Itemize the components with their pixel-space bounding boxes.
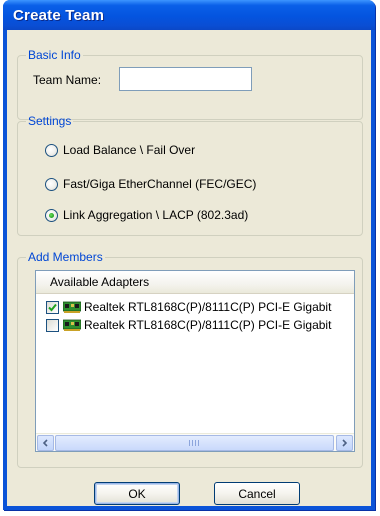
team-name-input[interactable]: [119, 67, 252, 91]
radio-fec-gec[interactable]: Fast/Giga EtherChannel (FEC/GEC): [45, 176, 256, 192]
radio-button[interactable]: [45, 177, 58, 191]
title-bar[interactable]: Create Team: [3, 0, 375, 30]
horizontal-scrollbar[interactable]: [36, 433, 354, 451]
team-name-label: Team Name:: [33, 73, 102, 87]
scrollbar-thumb[interactable]: [55, 435, 334, 451]
adapter-label: Realtek RTL8168C(P)/8111C(P) PCI-E Gigab…: [84, 318, 332, 332]
radio-label: Fast/Giga EtherChannel (FEC/GEC): [63, 177, 257, 191]
cancel-button[interactable]: Cancel: [214, 482, 300, 505]
network-adapter-icon: [63, 301, 81, 313]
create-team-dialog: Create Team Basic Info Team Name: Settin…: [3, 0, 375, 510]
list-column-header[interactable]: Available Adapters: [36, 271, 354, 294]
basic-info-legend: Basic Info: [28, 48, 81, 62]
adapter-checkbox-checked[interactable]: [46, 300, 59, 314]
scroll-left-button[interactable]: [37, 435, 54, 451]
radio-label: Load Balance \ Fail Over: [63, 143, 196, 157]
radio-lacp[interactable]: Link Aggregation \ LACP (802.3ad): [45, 207, 248, 223]
network-adapter-icon: [63, 319, 81, 331]
radio-button-selected[interactable]: [45, 208, 58, 222]
adapter-checkbox[interactable]: [46, 318, 59, 332]
adapter-label: Realtek RTL8168C(P)/8111C(P) PCI-E Gigab…: [84, 300, 332, 314]
adapter-row[interactable]: Realtek RTL8168C(P)/8111C(P) PCI-E Gigab…: [46, 316, 331, 334]
add-members-legend: Add Members: [28, 250, 103, 264]
radio-label: Link Aggregation \ LACP (802.3ad): [63, 208, 249, 222]
scroll-right-button[interactable]: [336, 435, 353, 451]
adapter-row[interactable]: Realtek RTL8168C(P)/8111C(P) PCI-E Gigab…: [46, 298, 331, 316]
radio-button[interactable]: [45, 143, 58, 157]
settings-legend: Settings: [28, 114, 72, 128]
grip-icon: [189, 440, 201, 446]
available-adapters-list[interactable]: Available Adapters Realtek RTL8168C(P)/8…: [35, 270, 355, 452]
dialog-body: Basic Info Team Name: Settings Load Bala…: [7, 30, 371, 506]
chevron-right-icon: [342, 439, 348, 447]
column-header-label: Available Adapters: [50, 275, 150, 289]
checkmark-icon: [48, 303, 57, 311]
window-title: Create Team: [13, 7, 105, 24]
radio-load-balance[interactable]: Load Balance \ Fail Over: [45, 142, 195, 158]
chevron-left-icon: [42, 439, 48, 447]
ok-button[interactable]: OK: [94, 482, 180, 505]
